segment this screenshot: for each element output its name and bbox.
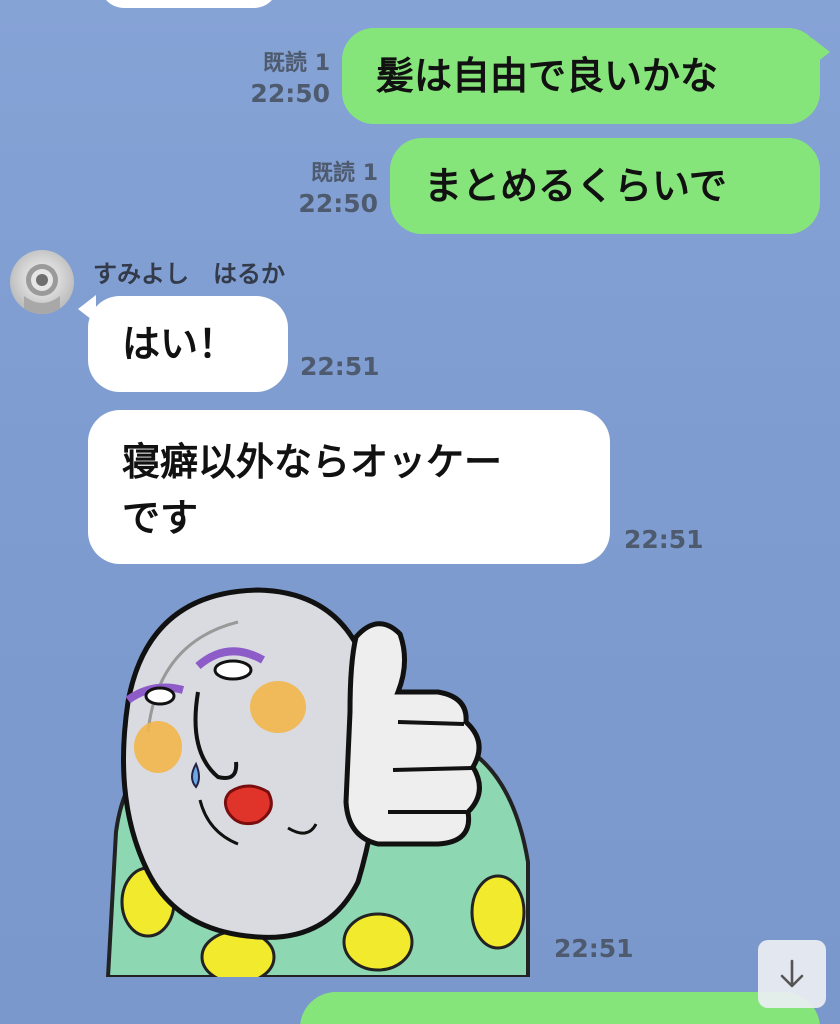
read-receipt: 既読 1 bbox=[263, 51, 330, 76]
thumbs-up-sticker[interactable] bbox=[88, 582, 558, 985]
previous-message-bubble[interactable] bbox=[100, 0, 278, 8]
message-time: 22:51 bbox=[300, 352, 380, 381]
outgoing-message-bubble[interactable]: 髪は自由で良いかな bbox=[342, 28, 820, 124]
avatar[interactable] bbox=[10, 250, 74, 314]
message-text-line: です bbox=[122, 496, 199, 540]
message-time: 22:51 bbox=[624, 525, 704, 554]
message-meta: 既読 1 22:50 bbox=[268, 160, 378, 219]
next-outgoing-bubble[interactable] bbox=[300, 992, 820, 1024]
message-time: 22:50 bbox=[298, 188, 378, 218]
scroll-down-button[interactable] bbox=[758, 940, 826, 1008]
chat-view[interactable]: 既読 1 22:50 髪は自由で良いかな 既読 1 22:50 まとめるくらいで… bbox=[0, 0, 840, 1024]
outgoing-message-bubble[interactable]: まとめるくらいで bbox=[390, 138, 820, 234]
read-receipt: 既読 1 bbox=[311, 161, 378, 186]
message-text: 髪は自由で良いかな bbox=[376, 54, 719, 98]
message-time: 22:50 bbox=[250, 78, 330, 108]
message-text: まとめるくらいで bbox=[424, 164, 727, 208]
incoming-message-bubble[interactable]: はい！ bbox=[88, 296, 288, 392]
message-text: はい！ bbox=[122, 322, 237, 366]
bubble-tail bbox=[812, 38, 830, 66]
message-time: 22:51 bbox=[554, 934, 634, 963]
arrow-down-icon bbox=[780, 959, 804, 988]
message-text-line: 寝癖以外ならオッケー bbox=[122, 440, 503, 484]
sticker-image bbox=[105, 587, 530, 985]
sender-name: すみよし はるか bbox=[93, 260, 285, 288]
message-meta: 既読 1 22:50 bbox=[220, 50, 330, 109]
avatar-image bbox=[24, 264, 60, 314]
incoming-message-bubble[interactable]: 寝癖以外ならオッケー です bbox=[88, 410, 610, 564]
